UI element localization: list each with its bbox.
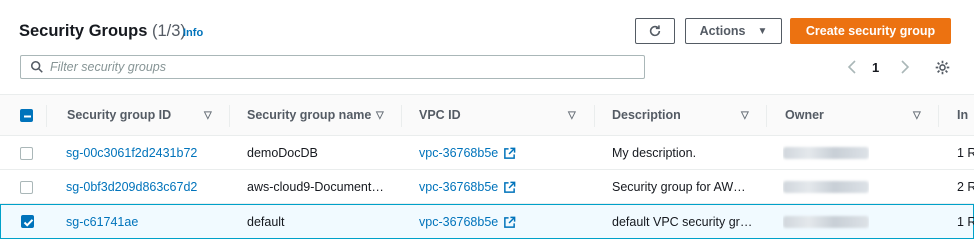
page-title: Security Groups (1/3) xyxy=(19,22,186,41)
row-checkbox-checked[interactable] xyxy=(21,215,34,228)
vpc-id-text: vpc-36768b5e xyxy=(419,180,499,194)
previous-page-icon[interactable] xyxy=(845,58,861,76)
actions-dropdown[interactable]: Actions ▼ xyxy=(685,18,782,44)
table-row[interactable]: sg-00c3061f2d2431b72 demoDocDB vpc-36768… xyxy=(0,136,974,170)
caret-down-icon: ▼ xyxy=(757,25,768,37)
inbound-rules-count: 1 R xyxy=(957,215,974,229)
description: Security group for AW… xyxy=(612,180,746,194)
indeterminate-icon xyxy=(24,115,31,118)
selection-count: (1/3) xyxy=(151,22,186,40)
security-groups-panel: Security Groups (1/3) Info Actions ▼ Cre… xyxy=(0,0,974,243)
search-box[interactable] xyxy=(20,55,645,79)
external-link-icon xyxy=(504,181,516,193)
current-page-number[interactable]: 1 xyxy=(872,60,879,75)
column-divider xyxy=(46,105,47,127)
column-header-vpc-id[interactable]: VPC ID xyxy=(419,95,461,135)
column-header-security-group-name[interactable]: Security group name xyxy=(247,95,371,135)
refresh-icon xyxy=(649,25,661,37)
sort-icon[interactable]: ▽ xyxy=(913,95,921,135)
owner-redacted xyxy=(783,205,869,239)
refresh-button[interactable] xyxy=(635,18,675,44)
column-label: Security group ID xyxy=(67,108,172,122)
column-divider xyxy=(229,105,230,127)
checkmark-icon xyxy=(23,219,34,227)
column-header-security-group-id[interactable]: Security group ID xyxy=(67,95,171,135)
security-group-id-link[interactable]: sg-c61741ae xyxy=(66,205,138,239)
security-group-id-link[interactable]: sg-0bf3d209d863c67d2 xyxy=(66,170,197,204)
inbound-rules-count: 2 R xyxy=(957,180,974,194)
search-icon xyxy=(30,60,43,73)
column-label: In xyxy=(957,108,969,122)
next-page-icon[interactable] xyxy=(896,58,912,76)
column-divider xyxy=(401,105,402,127)
title-text: Security Groups xyxy=(19,22,148,40)
column-divider xyxy=(938,105,939,127)
sort-icon[interactable]: ▽ xyxy=(741,95,749,135)
column-header-description[interactable]: Description xyxy=(612,95,681,135)
select-all-checkbox[interactable] xyxy=(20,109,33,122)
gear-icon[interactable] xyxy=(934,59,951,76)
column-header-inbound[interactable]: In xyxy=(957,95,968,135)
description: default VPC security gr… xyxy=(612,215,753,229)
column-label: VPC ID xyxy=(419,108,461,122)
description: My description. xyxy=(612,146,697,160)
vpc-id-link[interactable]: vpc-36768b5e xyxy=(419,205,516,239)
vpc-id-text: vpc-36768b5e xyxy=(419,146,499,160)
create-security-group-button[interactable]: Create security group xyxy=(790,18,951,44)
column-label: Description xyxy=(612,108,681,122)
owner-redacted xyxy=(783,136,869,170)
external-link-icon xyxy=(504,216,516,228)
sort-icon[interactable]: ▽ xyxy=(204,95,212,135)
column-divider xyxy=(594,105,595,127)
table-row-selected[interactable]: sg-c61741ae default vpc-36768b5e default… xyxy=(0,204,974,239)
security-group-name: default xyxy=(247,215,285,229)
actions-label: Actions xyxy=(699,24,746,38)
table-row[interactable]: sg-0bf3d209d863c67d2 aws-cloud9-Document… xyxy=(0,170,974,204)
security-group-id-link[interactable]: sg-00c3061f2d2431b72 xyxy=(66,136,197,170)
vpc-id-link[interactable]: vpc-36768b5e xyxy=(419,170,516,204)
column-header-owner[interactable]: Owner xyxy=(785,95,824,135)
vpc-id-link[interactable]: vpc-36768b5e xyxy=(419,136,516,170)
owner-redacted xyxy=(783,170,869,204)
column-divider xyxy=(766,105,767,127)
security-group-name: demoDocDB xyxy=(247,146,318,160)
sort-icon[interactable]: ▽ xyxy=(568,95,576,135)
sort-icon[interactable]: ▽ xyxy=(376,95,384,135)
search-input[interactable] xyxy=(50,60,630,74)
vpc-id-text: vpc-36768b5e xyxy=(419,215,499,229)
inbound-rules-count: 1 R xyxy=(957,146,974,160)
column-label: Owner xyxy=(785,108,824,122)
row-checkbox[interactable] xyxy=(20,147,33,160)
security-group-name: aws-cloud9-Document… xyxy=(247,180,384,194)
column-label: Security group name xyxy=(247,108,372,122)
external-link-icon xyxy=(504,147,516,159)
row-checkbox[interactable] xyxy=(20,181,33,194)
info-link[interactable]: Info xyxy=(183,27,203,39)
table-header: Security group ID ▽ Security group name … xyxy=(0,94,974,136)
